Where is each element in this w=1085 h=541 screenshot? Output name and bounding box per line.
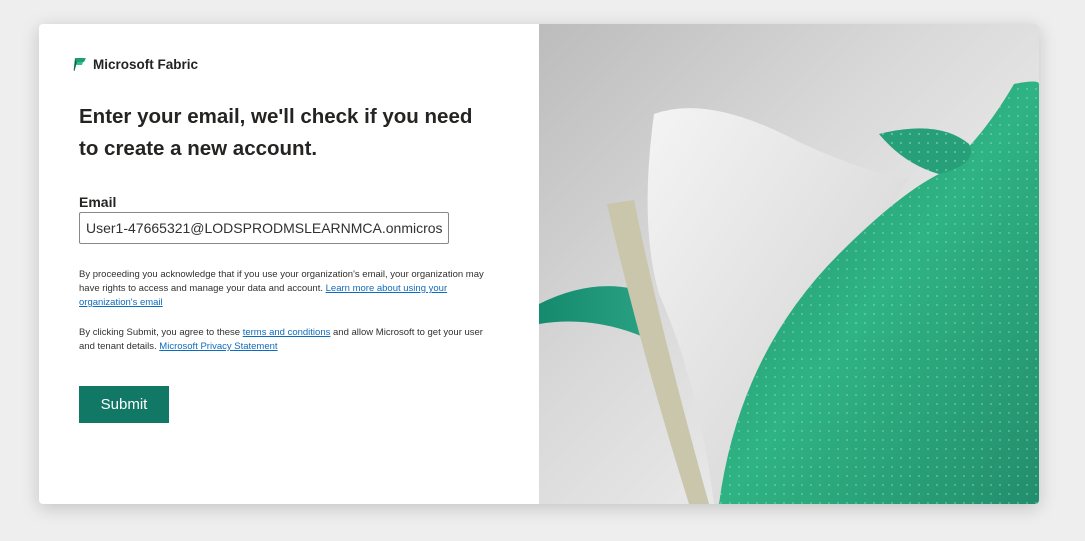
- terms-notice-pre: By clicking Submit, you agree to these: [79, 327, 241, 338]
- org-email-notice: By proceeding you acknowledge that if yo…: [79, 268, 489, 310]
- page-title: Enter your email, we'll check if you nee…: [79, 105, 473, 160]
- brand-header: Microsoft Fabric: [72, 57, 198, 72]
- hero-image: [539, 24, 1039, 504]
- fabric-logo-icon: [72, 57, 87, 72]
- email-field[interactable]: [79, 212, 449, 244]
- fabric-leaf-illustration: [539, 81, 1039, 504]
- brand-name: Microsoft Fabric: [93, 57, 199, 72]
- form-panel: Microsoft Fabric Enter your email, we'll…: [39, 24, 539, 504]
- terms-notice: By clicking Submit, you agree to these t…: [79, 326, 489, 354]
- terms-link[interactable]: terms and conditions: [243, 327, 331, 338]
- privacy-link[interactable]: Microsoft Privacy Statement: [159, 341, 277, 352]
- submit-button[interactable]: Submit: [79, 386, 169, 423]
- signup-card: Microsoft Fabric Enter your email, we'll…: [39, 24, 1039, 504]
- email-label: Email: [79, 194, 117, 210]
